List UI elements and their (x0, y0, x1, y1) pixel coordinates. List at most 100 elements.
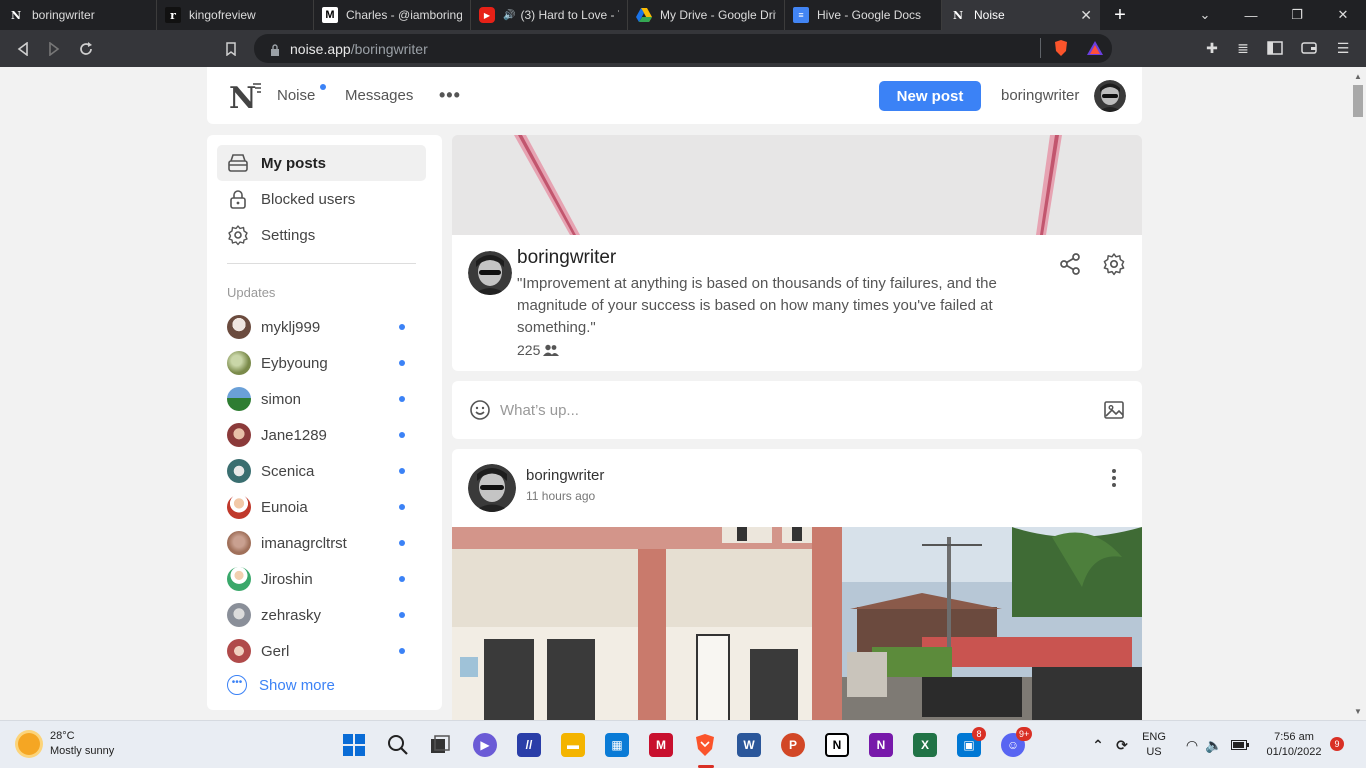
scroll-up-icon[interactable]: ▲ (1350, 69, 1366, 83)
back-icon[interactable] (10, 36, 36, 62)
microsoft-store-icon[interactable]: ▦ (605, 733, 629, 757)
new-tab-button[interactable]: + (1100, 0, 1140, 30)
update-item[interactable]: Jane1289 (227, 421, 417, 449)
kebab-menu-icon[interactable] (1104, 467, 1124, 489)
mcafee-icon[interactable]: M (649, 733, 673, 757)
follower-count[interactable]: 225 (517, 342, 560, 358)
file-explorer-icon[interactable]: ▬ (561, 733, 585, 757)
lock-icon (230, 190, 246, 209)
weather-widget[interactable]: 28°C Mostly sunny (18, 729, 114, 759)
tab-noise[interactable]: N Noise ✕ (942, 0, 1100, 30)
new-post-button[interactable]: New post (879, 81, 981, 111)
menu-icon[interactable]: ☰ (1334, 39, 1352, 57)
search-icon[interactable] (386, 733, 410, 757)
avatar[interactable] (468, 464, 516, 512)
update-item[interactable]: Jiroshin (227, 565, 417, 593)
word-icon[interactable]: W (737, 733, 761, 757)
brave-rewards-icon[interactable] (1086, 39, 1104, 57)
update-item[interactable]: imanagrcltrst (227, 529, 417, 557)
window-close-icon[interactable]: ✕ (1320, 0, 1366, 30)
tab-google-docs[interactable]: ≡ Hive - Google Docs (785, 0, 942, 30)
sidebar-item-blocked-users[interactable]: Blocked users (217, 181, 426, 217)
chevron-up-icon[interactable]: ⌃ (1086, 733, 1110, 757)
volume-icon[interactable]: 🔈 (1202, 733, 1226, 757)
brave-shields-icon[interactable] (1052, 39, 1070, 57)
app-icon[interactable]: // (517, 733, 541, 757)
browser-tab-strip: N boringwriter r kingofreview M Charles … (0, 0, 1366, 30)
show-more-link[interactable]: ••• Show more (227, 675, 335, 695)
playlist-icon[interactable]: ≣ (1234, 39, 1252, 57)
minimize-icon[interactable]: — (1228, 0, 1274, 30)
tab-boringwriter[interactable]: N boringwriter (0, 0, 157, 30)
forward-icon[interactable] (41, 36, 67, 62)
language-indicator[interactable]: ENG US (1138, 730, 1170, 760)
wallet-icon[interactable] (1300, 39, 1318, 57)
tab-google-drive[interactable]: My Drive - Google Driv (628, 0, 785, 30)
nav-username[interactable]: boringwriter (1001, 87, 1079, 104)
post-image[interactable] (452, 527, 1142, 720)
onenote-icon[interactable]: N (869, 733, 893, 757)
gear-icon[interactable] (1102, 252, 1126, 276)
sync-icon[interactable]: ⟳ (1110, 733, 1134, 757)
lang-bottom: US (1146, 746, 1162, 758)
bookmark-icon[interactable] (218, 36, 244, 62)
top-nav: N Noise Messages ••• New post boringwrit… (207, 67, 1142, 124)
noise-logo[interactable]: N (229, 81, 263, 116)
tab-search-icon[interactable]: ⌄ (1182, 0, 1228, 30)
powerpoint-icon[interactable]: P (781, 733, 805, 757)
notion-icon[interactable]: N (825, 733, 849, 757)
more-icon[interactable]: ••• (439, 85, 461, 106)
share-icon[interactable] (1058, 252, 1082, 276)
wifi-icon[interactable]: ◠ (1180, 733, 1204, 757)
sidebar-icon[interactable] (1266, 39, 1284, 57)
tab-label: kingofreview (189, 8, 256, 22)
tab-label: (3) Hard to Love - Y (520, 8, 619, 22)
page-scrollbar[interactable]: ▲ ▼ (1350, 67, 1366, 720)
sidebar-item-my-posts[interactable]: My posts (217, 145, 426, 181)
update-item[interactable]: Scenica (227, 457, 417, 485)
tab-youtube[interactable]: ▶ 🔊 (3) Hard to Love - Y (471, 0, 628, 30)
notification-center-badge[interactable]: 9 (1330, 737, 1344, 751)
update-item[interactable]: Eybyoung (227, 349, 417, 377)
noise-icon: N (952, 8, 964, 22)
image-icon[interactable] (1103, 399, 1125, 421)
avatar (227, 639, 251, 663)
scrollbar-thumb[interactable] (1353, 85, 1363, 117)
update-item[interactable]: zehrasky (227, 601, 417, 629)
scroll-down-icon[interactable]: ▼ (1350, 704, 1366, 718)
restore-icon[interactable]: ❐ (1274, 0, 1320, 30)
clock[interactable]: 7:56 am 01/10/2022 (1262, 730, 1326, 760)
unread-dot (399, 468, 405, 474)
update-item[interactable]: myklj999 (227, 313, 417, 341)
address-bar[interactable]: noise.app/boringwriter (254, 34, 1112, 63)
tab-label: Charles - @iamboring (346, 8, 462, 22)
profile-name: boringwriter (517, 247, 617, 268)
teams-chat-icon[interactable]: ▶ (473, 733, 497, 757)
excel-icon[interactable]: X (913, 733, 937, 757)
avatar[interactable] (1094, 80, 1126, 112)
windows-start-icon[interactable] (342, 733, 366, 757)
nav-messages[interactable]: Messages (345, 87, 413, 104)
sidebar-item-label: Settings (261, 226, 316, 244)
tab-kingofreview[interactable]: r kingofreview (157, 0, 314, 30)
unread-dot (399, 396, 405, 402)
reload-icon[interactable] (73, 36, 99, 62)
nav-noise[interactable]: Noise (277, 87, 315, 104)
close-icon[interactable]: ✕ (1080, 7, 1092, 24)
speaker-icon[interactable]: 🔊 (503, 10, 515, 21)
task-view-icon[interactable] (428, 733, 452, 757)
sidebar-item-settings[interactable]: Settings (217, 217, 426, 253)
avatar[interactable] (468, 251, 512, 295)
brave-browser-icon[interactable] (693, 733, 717, 757)
composer-input[interactable] (500, 398, 1060, 422)
tab-charles[interactable]: M Charles - @iamboring (314, 0, 471, 30)
post-author[interactable]: boringwriter (526, 467, 604, 484)
update-item[interactable]: Gerl (227, 637, 417, 665)
tab-label: boringwriter (32, 8, 95, 22)
tab-label: My Drive - Google Driv (660, 8, 776, 22)
update-item[interactable]: simon (227, 385, 417, 413)
update-item[interactable]: Eunoia (227, 493, 417, 521)
extensions-icon[interactable]: ✚ (1203, 39, 1221, 57)
emoji-icon[interactable] (469, 399, 491, 421)
battery-icon[interactable] (1228, 733, 1252, 757)
